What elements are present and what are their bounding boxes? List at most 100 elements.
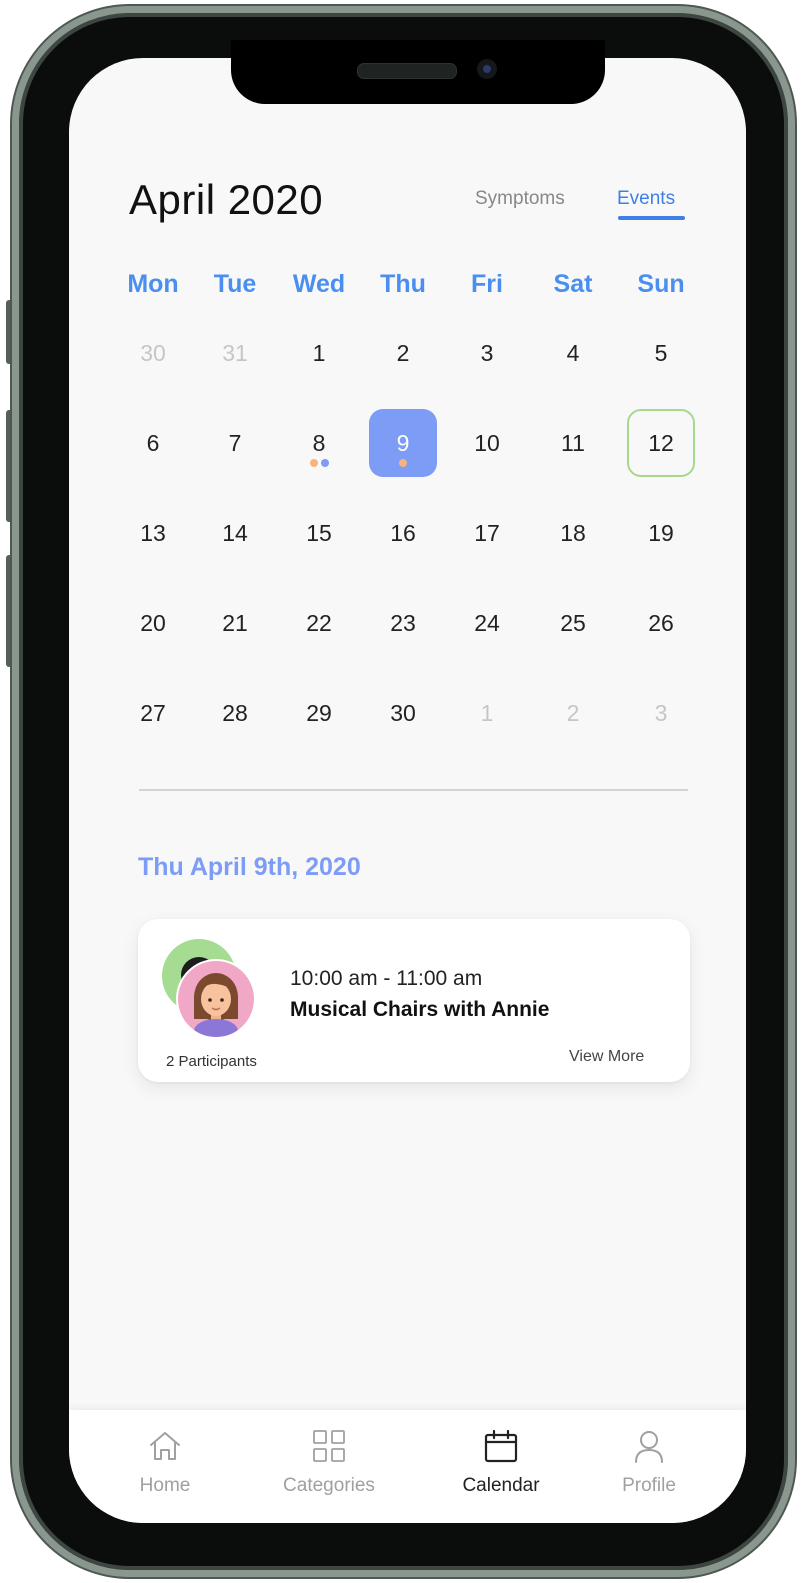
categories-grid-icon: [313, 1430, 345, 1462]
nav-label: Home: [139, 1475, 191, 1496]
day-number: 13: [140, 519, 166, 546]
selected-day-cell[interactable]: 9: [369, 409, 437, 477]
today-day-cell[interactable]: 12: [627, 409, 695, 477]
day-cell[interactable]: 26: [627, 589, 695, 657]
day-cell[interactable]: 6: [119, 409, 187, 477]
day-cell[interactable]: 27: [119, 679, 187, 747]
day-number: 7: [228, 429, 242, 456]
day-cell[interactable]: 16: [369, 499, 437, 567]
tab-events[interactable]: Events: [617, 188, 675, 210]
event-card[interactable]: 2 Participants 10:00 am - 11:00 am Music…: [138, 919, 690, 1082]
day-cell[interactable]: 30: [369, 679, 437, 747]
day-number: 1: [480, 699, 494, 726]
day-cell[interactable]: 25: [539, 589, 607, 657]
day-number: 29: [306, 699, 332, 726]
calendar-icon: [484, 1429, 518, 1463]
event-time: 10:00 am - 11:00 am: [290, 967, 483, 990]
day-cell[interactable]: 13: [119, 499, 187, 567]
day-cell[interactable]: 4: [539, 319, 607, 387]
event-dot-indicator: [399, 459, 407, 467]
day-cell[interactable]: 1: [453, 679, 521, 747]
nav-item-categories[interactable]: Categories: [254, 1410, 404, 1523]
day-cell[interactable]: 14: [201, 499, 269, 567]
view-more-link[interactable]: View More: [569, 1048, 644, 1066]
day-cell[interactable]: 2: [369, 319, 437, 387]
day-cell[interactable]: 1: [285, 319, 353, 387]
day-cell[interactable]: 10: [453, 409, 521, 477]
nav-item-calendar[interactable]: Calendar: [426, 1410, 576, 1523]
weekday-label: Tue: [213, 270, 257, 298]
day-number: 14: [222, 519, 248, 546]
weekday-label: Fri: [471, 270, 503, 298]
day-cell[interactable]: 31: [201, 319, 269, 387]
day-cell[interactable]: 3: [627, 679, 695, 747]
app-screen: April 2020 Symptoms Events Mon Tue Wed Thu F…: [69, 58, 746, 1523]
month-title: April 2020: [129, 176, 324, 223]
camera-icon: [477, 59, 497, 79]
profile-icon: [635, 1431, 663, 1463]
active-tab-indicator: [618, 216, 685, 220]
day-number: 31: [222, 339, 248, 366]
day-cell[interactable]: 5: [627, 319, 695, 387]
day-number: 26: [648, 609, 674, 636]
day-number: 19: [648, 519, 674, 546]
day-cell[interactable]: 11: [539, 409, 607, 477]
day-cell[interactable]: 29: [285, 679, 353, 747]
day-cell[interactable]: 7: [201, 409, 269, 477]
day-cell[interactable]: 8: [285, 409, 353, 477]
day-cell[interactable]: 20: [119, 589, 187, 657]
day-number: 25: [560, 609, 586, 636]
day-number: 3: [480, 339, 494, 366]
day-number: 27: [140, 699, 166, 726]
weekday-label: Wed: [292, 270, 346, 298]
day-number: 1: [312, 339, 326, 366]
event-dot-indicator: [320, 459, 329, 467]
selected-date-heading: Thu April 9th, 2020: [138, 853, 361, 881]
day-cell[interactable]: 19: [627, 499, 695, 567]
day-number: 16: [390, 519, 416, 546]
nav-label: Categories: [283, 1475, 375, 1496]
day-number: 6: [146, 429, 160, 456]
day-number: 12: [648, 429, 674, 456]
day-number: 22: [306, 609, 332, 636]
day-cell[interactable]: 24: [453, 589, 521, 657]
day-cell[interactable]: 3: [453, 319, 521, 387]
weekday-label: Mon: [127, 270, 179, 298]
home-icon: [150, 1432, 180, 1460]
day-number: 30: [390, 699, 416, 726]
day-cell[interactable]: 2: [539, 679, 607, 747]
day-number: 3: [654, 699, 668, 726]
day-cell[interactable]: 15: [285, 499, 353, 567]
day-cell[interactable]: 22: [285, 589, 353, 657]
day-number: 18: [560, 519, 586, 546]
day-cell[interactable]: 17: [453, 499, 521, 567]
day-number: 9: [396, 429, 410, 456]
day-number: 28: [222, 699, 248, 726]
day-number: 21: [222, 609, 248, 636]
day-cell[interactable]: 18: [539, 499, 607, 567]
day-number: 2: [396, 339, 410, 366]
day-number: 15: [306, 519, 332, 546]
participant-avatar: [178, 961, 254, 1037]
nav-label: Profile: [622, 1475, 676, 1496]
nav-label: Calendar: [462, 1475, 540, 1496]
day-number: 4: [566, 339, 580, 366]
tab-symptoms[interactable]: Symptoms: [475, 188, 565, 210]
day-number: 17: [474, 519, 500, 546]
day-cell[interactable]: 28: [201, 679, 269, 747]
day-cell[interactable]: 30: [119, 319, 187, 387]
day-cell[interactable]: 23: [369, 589, 437, 657]
nav-item-home[interactable]: Home: [90, 1410, 240, 1523]
phone-notch: [231, 40, 605, 104]
nav-item-profile[interactable]: Profile: [574, 1410, 724, 1523]
weekday-label: Sun: [637, 270, 685, 298]
day-number: 11: [561, 429, 585, 456]
speaker-grille: [357, 63, 457, 79]
day-number: 30: [140, 339, 166, 366]
day-number: 5: [654, 339, 668, 366]
event-title: Musical Chairs with Annie: [290, 998, 550, 1021]
weekday-label: Sat: [553, 270, 593, 298]
day-number: 24: [474, 609, 500, 636]
day-cell[interactable]: 21: [201, 589, 269, 657]
bottom-navigation: Home Categories Calendar Profile: [69, 1410, 746, 1523]
